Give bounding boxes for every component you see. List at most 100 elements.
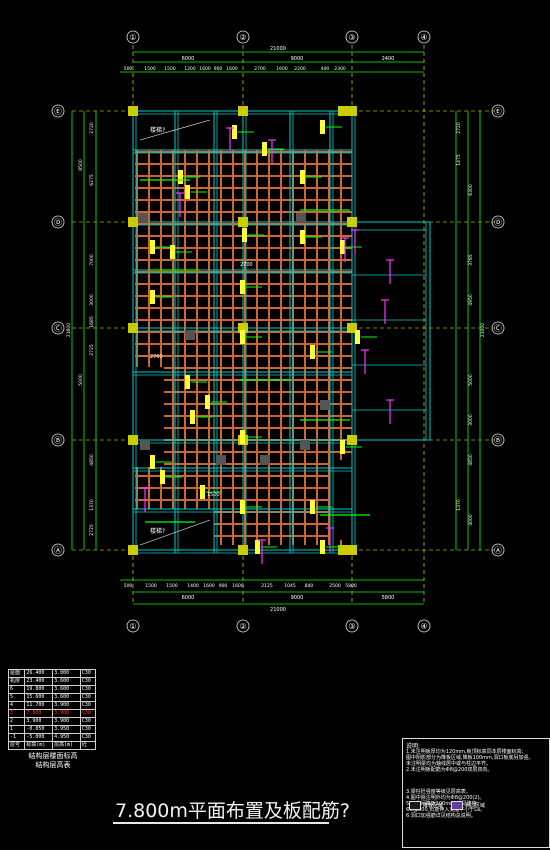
floor-table-cell: 23.400: [24, 677, 54, 686]
rebar-mark: [150, 455, 155, 469]
axis-label-left: Ⓐ: [54, 546, 62, 555]
column: [128, 106, 138, 116]
dim-text: 7000: [89, 254, 95, 266]
column: [238, 217, 248, 227]
dim-text: 2700: [254, 66, 266, 72]
floor-table-cell: 26.400: [24, 669, 54, 678]
floor-table-cell: 3.000: [52, 669, 81, 678]
table-caption-line-1: 结构层楼面标高: [28, 752, 78, 760]
floor-table-cell: 6: [7, 685, 26, 694]
column: [128, 323, 138, 333]
dim-text: 2725: [89, 524, 95, 536]
dim-text: 1370: [89, 499, 95, 511]
floor-table-cell: 3.950: [52, 725, 81, 734]
floor-table-cell: 屋面: [7, 669, 26, 678]
floor-table-cell: 3.600: [52, 693, 81, 702]
floor-table-cell: C30: [79, 685, 97, 694]
dim-text: 1400: [187, 583, 199, 589]
column: [128, 217, 138, 227]
rebar-mark: [300, 170, 305, 184]
floor-table-cell: -1: [7, 733, 26, 742]
rebar-mark: [355, 330, 360, 344]
floor-table-row: 4 11.700 3.900 C30: [7, 701, 97, 710]
rebar-mark: [170, 245, 175, 259]
hatched-cell: [260, 455, 270, 465]
floor-table-cell: C30: [79, 725, 97, 734]
rebar-mark: [340, 440, 345, 454]
dim-text: 1600: [203, 583, 215, 589]
floor-table-cell: 4.950: [52, 733, 81, 742]
stair-label-top: 楼梯?: [150, 126, 165, 134]
floor-table-cell: C30: [79, 669, 97, 678]
dim-text: 6000: [182, 56, 195, 62]
dim-text: 2200: [294, 66, 306, 72]
dim-text: 2725: [89, 344, 95, 356]
rebar-mark: [160, 470, 165, 484]
floor-table-header: 层号 标高(m) 层高(m) 砼: [7, 741, 97, 750]
rebar-mark: [240, 280, 245, 294]
column: [347, 435, 357, 445]
floor-table-cell: 3.600: [52, 677, 81, 686]
hatched-cell: [320, 400, 330, 410]
dim-text: 1500: [164, 66, 176, 72]
dim-text: 6300: [468, 184, 474, 196]
axis-label-top: ②: [239, 622, 246, 631]
floor-table-cell: 3.600: [52, 685, 81, 694]
axis-label-left: Ⓔ: [494, 107, 502, 116]
floor-table-cell: C30: [79, 677, 97, 686]
dim-text: 1600: [226, 66, 238, 72]
column: [128, 545, 138, 555]
dim-text: 1600: [232, 583, 244, 589]
axis-label-top: ④: [420, 622, 427, 631]
floor-table-cell: 3.900: [24, 717, 54, 726]
axis-label-top: ①: [129, 622, 136, 631]
axis-label-left: Ⓓ: [54, 218, 62, 227]
dim-text: 4950: [468, 294, 474, 306]
rebar-mark: [310, 345, 315, 359]
slab-note: 2700: [240, 262, 253, 268]
dim-text: 900: [214, 66, 223, 72]
dim-text: 2400: [382, 56, 395, 62]
rebar-mark: [242, 228, 247, 242]
dim-text: 900: [219, 583, 228, 589]
floor-table-cell: C30: [79, 717, 97, 726]
floor-table-cell: -0.050: [24, 725, 54, 734]
rebar-mark: [300, 230, 305, 244]
rebar-mark: [150, 290, 155, 304]
rebar-mark: [240, 330, 245, 344]
dim-text: 3000: [89, 294, 95, 306]
floor-table-cell: 3: [7, 709, 26, 718]
rebar-mark: [190, 410, 195, 424]
dim-text: 5000: [78, 374, 84, 386]
slab-note: 2700: [150, 354, 163, 360]
floor-table-caption: 结构层楼面标高 结构层高表: [8, 752, 98, 770]
rebar-mark: [240, 500, 245, 514]
note-line: 6.洞口加强筋详见结构总说明。: [406, 813, 476, 819]
floor-table-cell: 1: [7, 725, 26, 734]
axis-label-left: Ⓑ: [494, 436, 502, 445]
slab-note: 1500: [207, 492, 220, 498]
dim-text: 1045: [284, 583, 296, 589]
column: [128, 435, 138, 445]
floor-table-row: 3 7.800 3.900 C30: [7, 709, 97, 718]
rebar-mark: [320, 120, 325, 134]
floor-elevation-table: 屋面 26.400 3.000 C30 机房 23.400 3.600 C30 6 19.800 3…: [7, 669, 97, 750]
dim-text: 6000: [182, 595, 195, 601]
dim-text: 2500: [329, 583, 341, 589]
floor-table-row: 5 15.600 3.600 C30: [7, 693, 97, 702]
dim-text: 8500: [78, 159, 84, 171]
dim-text: 6275: [89, 174, 95, 186]
rebar-mark: [310, 500, 315, 514]
note-line: 2.未注明板配筋为Φ8@200双层双向。: [406, 767, 493, 773]
column: [347, 545, 357, 555]
axis-label-top: ②: [239, 33, 246, 42]
floor-table-cell: 3.900: [52, 701, 81, 710]
dim-text: 21000: [270, 46, 286, 52]
rebar-mark: [255, 540, 260, 554]
dim-text: 9000: [291, 56, 304, 62]
column: [238, 106, 248, 116]
notes-panel: 说明: 1.未注明板厚均为120mm,板顶标高同本层楼面标高; 图中阴影部分为降…: [402, 738, 550, 848]
rebar-mark: [320, 540, 325, 554]
floor-table-header-cell: 标高(m): [24, 741, 54, 750]
dim-text: 5000: [468, 374, 474, 386]
